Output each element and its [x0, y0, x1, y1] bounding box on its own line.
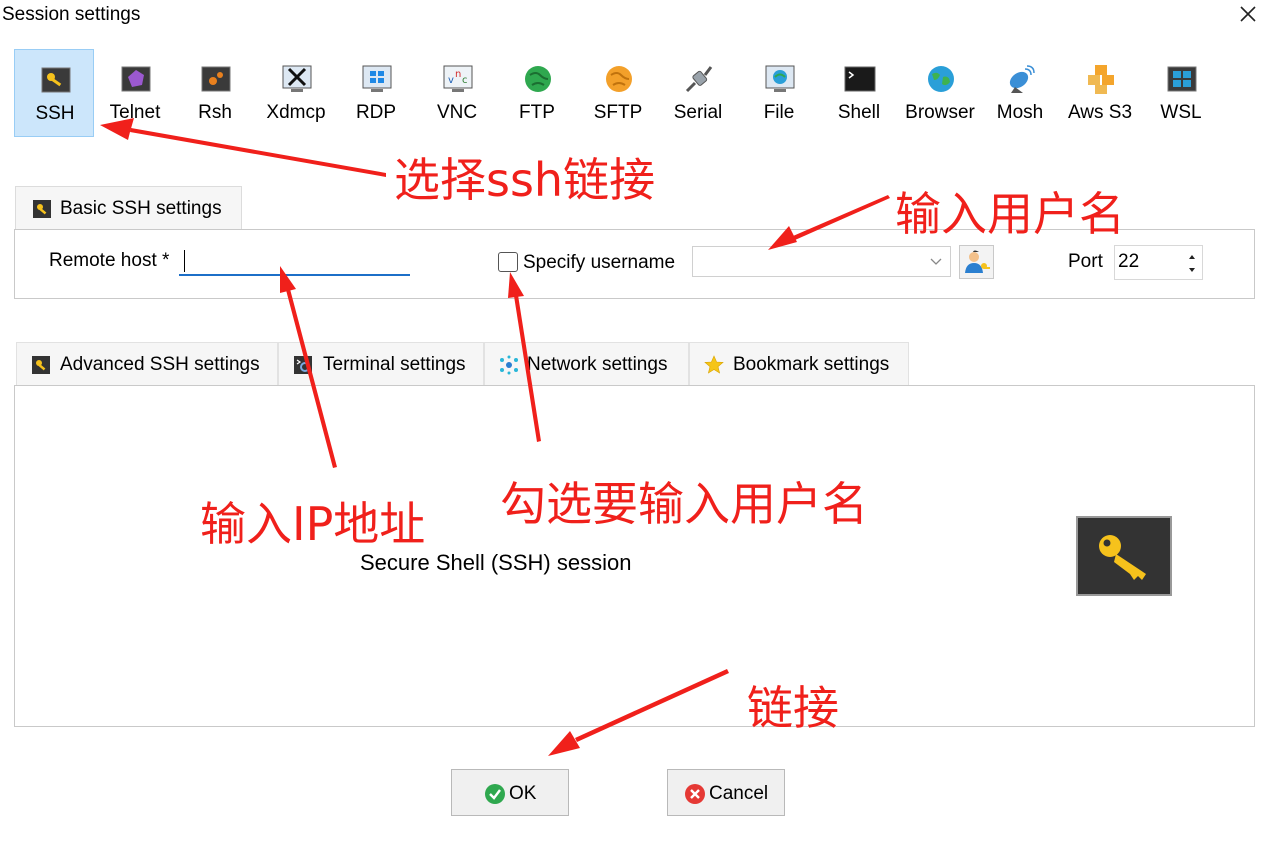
cancel-circle-icon: [685, 784, 705, 804]
session-type-serial[interactable]: Serial: [658, 49, 738, 137]
tab-label: Bookmark settings: [733, 354, 890, 375]
session-type-file[interactable]: File: [739, 49, 819, 137]
session-type-mosh[interactable]: Mosh: [980, 49, 1060, 137]
ok-label: OK: [509, 783, 537, 804]
session-type-browser[interactable]: Browser: [900, 49, 980, 137]
spin-up-icon[interactable]: [1187, 253, 1197, 261]
network-icon: [500, 355, 518, 375]
svg-text:v: v: [448, 75, 454, 86]
cancel-button[interactable]: Cancel: [667, 769, 785, 816]
big-key-icon: [1076, 516, 1172, 596]
svg-text:n: n: [455, 69, 461, 80]
svg-text:c: c: [462, 75, 468, 86]
session-info-panel: [14, 385, 1255, 727]
session-type-sftp[interactable]: SFTP: [578, 49, 658, 137]
serial-plug-icon: [685, 66, 713, 93]
session-type-wsl[interactable]: WSL: [1141, 49, 1221, 137]
session-type-ftp[interactable]: FTP: [497, 49, 577, 137]
spin-down-icon[interactable]: [1187, 266, 1197, 274]
tab-label: Advanced SSH settings: [60, 354, 260, 375]
session-type-aws-s3[interactable]: Aws S3: [1060, 49, 1140, 137]
tab-network-settings[interactable]: Network settings: [484, 342, 689, 386]
session-type-shell[interactable]: Shell: [819, 49, 899, 137]
ftp-globe-icon: [525, 66, 551, 92]
tab-terminal-settings[interactable]: Terminal settings: [278, 342, 484, 386]
port-label: Port: [1068, 251, 1103, 272]
sftp-globe-icon: [606, 66, 632, 92]
tab-advanced-ssh-settings[interactable]: Advanced SSH settings: [16, 342, 278, 386]
tab-label: Terminal settings: [323, 354, 466, 375]
annotation-check-username: 勾选要输入用户名: [500, 477, 868, 531]
cancel-label: Cancel: [709, 783, 769, 804]
ssh-key-icon: [41, 67, 71, 93]
port-value: 22: [1118, 251, 1140, 272]
shell-terminal-icon: [844, 66, 876, 92]
specify-username-label: Specify username: [523, 252, 676, 273]
text-caret: [184, 250, 185, 272]
session-type-xdmcp[interactable]: Xdmcp: [256, 49, 336, 137]
session-type-label: WSL: [1160, 102, 1202, 123]
tab-label: Basic SSH settings: [60, 198, 222, 219]
browser-globe-icon: [928, 66, 954, 92]
tab-bookmark-settings[interactable]: Bookmark settings: [689, 342, 909, 386]
session-type-rsh[interactable]: Rsh: [175, 49, 255, 137]
window-title: Session settings: [2, 4, 141, 25]
star-icon: [704, 355, 724, 374]
remote-host-label: Remote host *: [49, 250, 170, 271]
session-type-ssh[interactable]: SSH: [14, 49, 94, 137]
remote-host-input[interactable]: [179, 247, 410, 276]
port-spinbox[interactable]: 22: [1114, 245, 1203, 280]
wsl-windows-icon: [1167, 66, 1197, 92]
rsh-icon: [201, 66, 231, 92]
specify-username-checkbox[interactable]: [498, 252, 518, 272]
telnet-icon: [121, 66, 151, 92]
chevron-down-icon: [930, 258, 942, 265]
session-type-vnc[interactable]: v n c VNC: [417, 49, 497, 137]
session-type-telnet[interactable]: Telnet: [95, 49, 175, 137]
aws-s3-icon: [1088, 65, 1114, 94]
vnc-icon: v n c: [443, 65, 473, 92]
annotation-select-ssh: 选择ssh链接: [394, 153, 656, 207]
wrench-key-icon: [32, 356, 50, 374]
ok-button[interactable]: OK: [451, 769, 569, 816]
session-type-rdp[interactable]: RDP: [336, 49, 416, 137]
check-circle-icon: [485, 784, 505, 804]
tab-label: Network settings: [527, 354, 668, 375]
annotation-enter-ip: 输入IP地址: [200, 497, 426, 551]
file-monitor-icon: [765, 65, 795, 92]
rdp-icon: [362, 65, 392, 92]
user-key-icon: [965, 250, 990, 273]
username-combo[interactable]: [692, 246, 951, 277]
mosh-satellite-icon: [1009, 65, 1035, 93]
tab-basic-ssh-settings[interactable]: Basic SSH settings: [15, 186, 242, 230]
annotation-enter-username: 输入用户名: [895, 187, 1125, 241]
xdmcp-icon: [282, 65, 312, 92]
wrench-key-icon: [33, 200, 51, 218]
close-icon: [1240, 6, 1256, 22]
terminal-gear-icon: [294, 356, 312, 374]
annotation-connect: 链接: [747, 681, 839, 735]
user-credentials-button[interactable]: [959, 245, 994, 279]
close-button[interactable]: [1236, 2, 1260, 26]
